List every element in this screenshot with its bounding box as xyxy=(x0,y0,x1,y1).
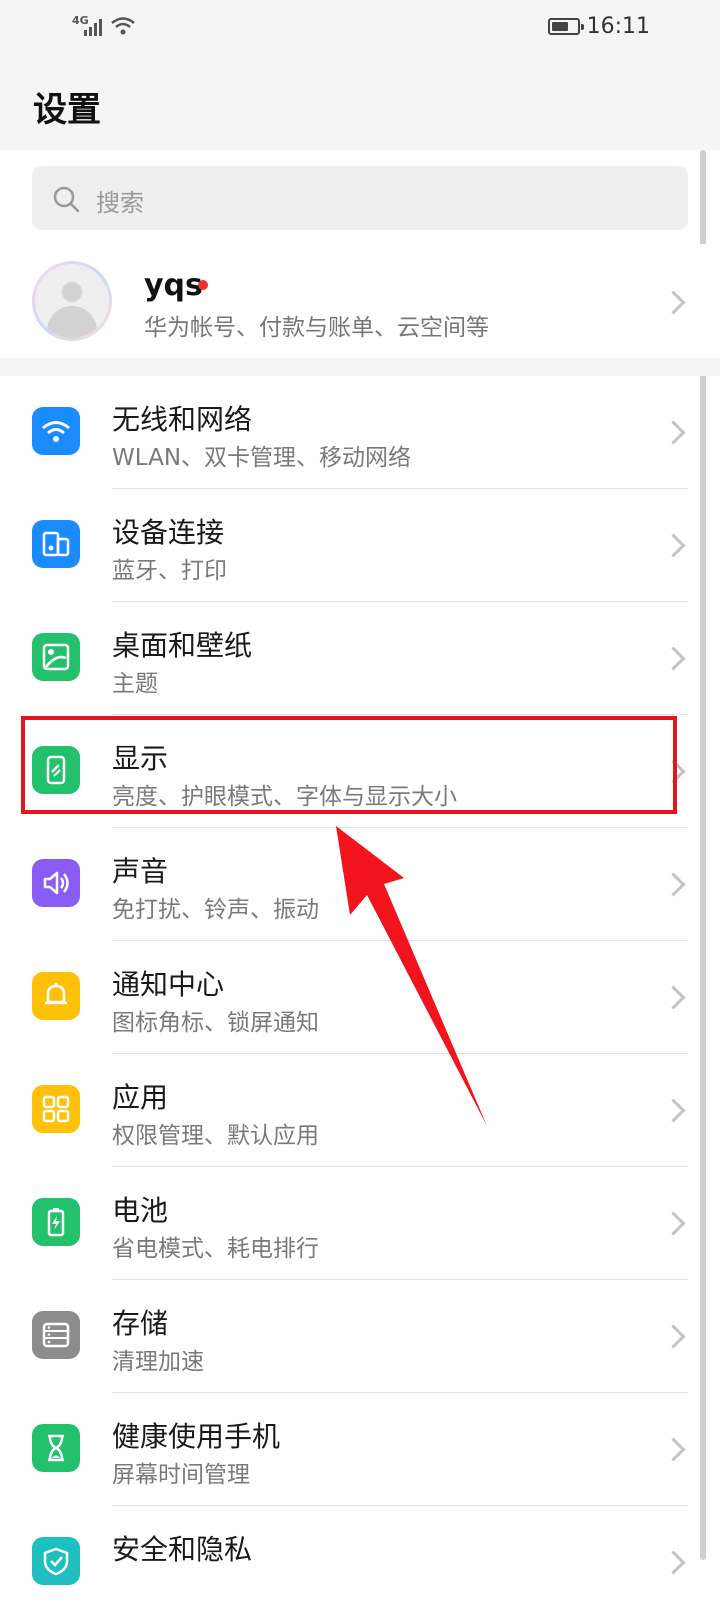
search-icon xyxy=(53,186,80,213)
chevron-right-icon xyxy=(661,533,686,558)
item-title: 安全和隐私 xyxy=(112,1533,253,1566)
highlight-box xyxy=(21,716,677,814)
signal-icon xyxy=(84,19,102,36)
item-title: 健康使用手机 xyxy=(112,1420,281,1453)
item-subtitle: 屏幕时间管理 xyxy=(112,1462,250,1488)
item-title: 电池 xyxy=(112,1194,169,1227)
avatar xyxy=(32,261,112,341)
item-title: 存储 xyxy=(112,1307,169,1340)
settings-item-storage[interactable]: 存储 清理加速 xyxy=(0,1280,720,1393)
clock: 16:11 xyxy=(586,14,650,39)
item-subtitle: WLAN、双卡管理、移动网络 xyxy=(112,445,412,471)
account-name: yqs xyxy=(144,268,203,303)
item-subtitle: 省电模式、耗电排行 xyxy=(112,1236,319,1262)
item-subtitle: 图标角标、锁屏通知 xyxy=(112,1010,319,1036)
settings-item-security[interactable]: 安全和隐私 xyxy=(0,1506,720,1619)
chevron-right-icon xyxy=(661,1324,686,1349)
hourglass-icon xyxy=(32,1424,80,1472)
item-subtitle: 免打扰、铃声、振动 xyxy=(112,897,319,923)
chevron-right-icon xyxy=(661,290,686,315)
notification-dot xyxy=(198,280,208,290)
apps-icon xyxy=(32,1085,80,1133)
chevron-right-icon xyxy=(661,1437,686,1462)
bell-icon xyxy=(32,972,80,1020)
item-title: 声音 xyxy=(112,855,169,888)
search-input[interactable]: 搜索 xyxy=(32,166,688,230)
settings-item-wallpaper[interactable]: 桌面和壁纸 主题 xyxy=(0,602,720,715)
account-row[interactable]: yqs 华为帐号、付款与账单、云空间等 xyxy=(0,244,720,358)
settings-item-notifications[interactable]: 通知中心 图标角标、锁屏通知 xyxy=(0,941,720,1054)
wifi-icon xyxy=(32,407,80,455)
item-subtitle: 蓝牙、打印 xyxy=(112,558,227,584)
account-subtitle: 华为帐号、付款与账单、云空间等 xyxy=(144,315,489,341)
settings-item-sound[interactable]: 声音 免打扰、铃声、振动 xyxy=(0,828,720,941)
header: 设置 xyxy=(0,56,720,150)
sound-icon xyxy=(32,859,80,907)
settings-item-device-connection[interactable]: 设备连接 蓝牙、打印 xyxy=(0,489,720,602)
chevron-right-icon xyxy=(661,646,686,671)
item-title: 无线和网络 xyxy=(112,403,253,436)
chevron-right-icon xyxy=(661,420,686,445)
settings-item-digital-balance[interactable]: 健康使用手机 屏幕时间管理 xyxy=(0,1393,720,1506)
status-bar: 4G 16:11 xyxy=(0,0,720,56)
wifi-status-icon xyxy=(111,17,135,35)
chevron-right-icon xyxy=(661,1550,686,1575)
chevron-right-icon xyxy=(661,985,686,1010)
item-subtitle: 权限管理、默认应用 xyxy=(112,1123,319,1149)
wallpaper-icon xyxy=(32,633,80,681)
device-connection-icon xyxy=(32,520,80,568)
storage-icon xyxy=(32,1311,80,1359)
shield-icon xyxy=(32,1537,80,1585)
item-title: 通知中心 xyxy=(112,968,225,1001)
section-divider xyxy=(0,358,720,376)
settings-item-apps[interactable]: 应用 权限管理、默认应用 xyxy=(0,1054,720,1167)
chevron-right-icon xyxy=(661,1098,686,1123)
chevron-right-icon xyxy=(661,872,686,897)
battery-icon xyxy=(32,1198,80,1246)
battery-status-icon xyxy=(548,18,584,35)
item-subtitle: 主题 xyxy=(112,671,158,697)
settings-item-wireless[interactable]: 无线和网络 WLAN、双卡管理、移动网络 xyxy=(0,376,720,489)
settings-item-battery[interactable]: 电池 省电模式、耗电排行 xyxy=(0,1167,720,1280)
item-subtitle: 清理加速 xyxy=(112,1349,204,1375)
page-title: 设置 xyxy=(33,90,101,130)
search-placeholder: 搜索 xyxy=(96,189,144,217)
item-title: 设备连接 xyxy=(112,516,225,549)
item-title: 桌面和壁纸 xyxy=(112,629,253,662)
chevron-right-icon xyxy=(661,1211,686,1236)
item-title: 应用 xyxy=(112,1081,169,1114)
